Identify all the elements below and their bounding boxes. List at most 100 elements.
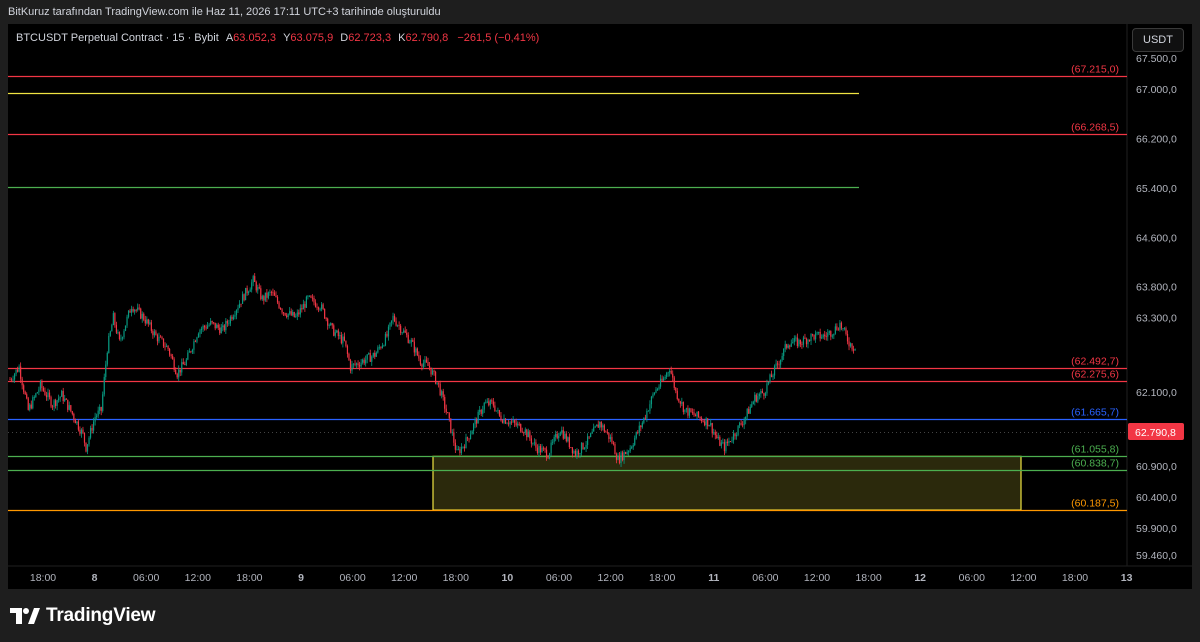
candle-body [278, 302, 280, 308]
candle-body [26, 394, 28, 399]
candle-body [27, 398, 29, 410]
candle-body [553, 437, 555, 442]
candle-body [450, 418, 452, 433]
candle-body [466, 437, 469, 439]
candle-body [482, 409, 484, 414]
candle-body [135, 309, 137, 311]
candle-body [114, 313, 116, 325]
candle-body [816, 332, 818, 334]
candle-body [672, 373, 674, 378]
candle-body [245, 287, 247, 301]
candle-body [149, 322, 151, 324]
candle-body [141, 313, 143, 319]
candle-body [719, 436, 721, 446]
candle-body [80, 429, 83, 434]
candle-body [851, 343, 853, 350]
snapshot-caption: BitKuruz tarafından TradingView.com ile … [8, 6, 441, 18]
candle-body [170, 354, 172, 357]
candle-body [281, 309, 283, 313]
candle-body [377, 347, 379, 353]
candle-body [617, 456, 619, 460]
candle-body [365, 359, 367, 364]
candle-body [802, 337, 805, 345]
candle-body [693, 412, 695, 416]
chart-area[interactable]: (67.215,0) (66.268,5) (62.492,7) (62.275,6)… [8, 24, 1192, 589]
candle-body [769, 374, 771, 382]
candle-body [673, 377, 675, 388]
candle-body [371, 356, 373, 362]
time-tick-label: 8 [92, 572, 98, 584]
candle-body [567, 437, 569, 442]
candle-body [444, 397, 446, 409]
symbol-label[interactable]: BTCUSDT Perpetual Contract · 15 · Bybit [16, 32, 219, 44]
candle-body [846, 333, 849, 342]
candle-body [652, 394, 654, 397]
candle-body [225, 321, 227, 331]
candle-body [12, 379, 14, 381]
candle-body [77, 421, 79, 430]
candle-body [778, 364, 780, 366]
currency-button[interactable]: USDT [1132, 28, 1184, 52]
price-tick-label: 67.500,0 [1136, 53, 1177, 65]
candle-body [260, 288, 262, 300]
candle-body [533, 442, 535, 444]
candle-body [576, 450, 578, 457]
candle-body [196, 337, 198, 342]
candle-body [550, 442, 552, 454]
candle-body [465, 437, 467, 449]
price-tick-label: 59.900,0 [1136, 523, 1177, 535]
candle-body [781, 356, 783, 360]
candle-body [749, 406, 751, 414]
candle-body [836, 326, 838, 330]
candle-body [67, 399, 69, 410]
candle-body [41, 381, 43, 388]
candle-body [697, 411, 700, 417]
candle-body [479, 409, 481, 412]
candle-body [491, 400, 493, 402]
candle-body [501, 420, 504, 423]
candle-body [555, 433, 557, 438]
candle-body [834, 326, 836, 334]
candle-body [400, 325, 402, 333]
candle-body [428, 365, 431, 368]
candle-body [161, 337, 163, 339]
candle-body [448, 413, 450, 419]
candle-body [530, 438, 532, 444]
candle-body [726, 441, 729, 443]
chart-canvas[interactable]: (67.215,0) (66.268,5) (62.492,7)(62.275,6)… [8, 24, 1192, 589]
candle-body [580, 442, 583, 454]
candle-body [150, 322, 152, 331]
candle-body [127, 310, 130, 317]
candle-body [486, 401, 488, 403]
level-label: (67.215,0) [1071, 64, 1119, 76]
candle-body [71, 411, 73, 414]
level-label: (62.275,6) [1071, 369, 1119, 381]
candle-body [702, 421, 704, 422]
tradingview-logo[interactable]: TradingView [10, 605, 156, 627]
candle-body [676, 390, 678, 399]
candle-body [369, 353, 371, 362]
candle-body [243, 294, 245, 301]
candle-body [190, 351, 192, 353]
candle-body [211, 321, 213, 323]
candle-body [795, 337, 797, 339]
candle-body [664, 376, 666, 379]
candle-body [708, 425, 710, 427]
candle-body [833, 333, 835, 336]
candle-body [123, 330, 125, 338]
candle-body [748, 409, 750, 414]
time-tick-label: 12 [914, 572, 926, 584]
candle-body [793, 338, 795, 343]
candle-body [105, 364, 107, 377]
candle-body [626, 451, 628, 454]
candle-body [345, 340, 347, 347]
candle-body [409, 342, 411, 344]
candle-body [577, 450, 580, 455]
time-tick-label: 12:00 [597, 572, 623, 584]
candle-body [415, 348, 417, 353]
candle-body [416, 348, 418, 356]
candle-body [155, 331, 157, 336]
candle-body [147, 319, 149, 324]
candle-body [354, 363, 356, 365]
time-tick-label: 12:00 [391, 572, 417, 584]
